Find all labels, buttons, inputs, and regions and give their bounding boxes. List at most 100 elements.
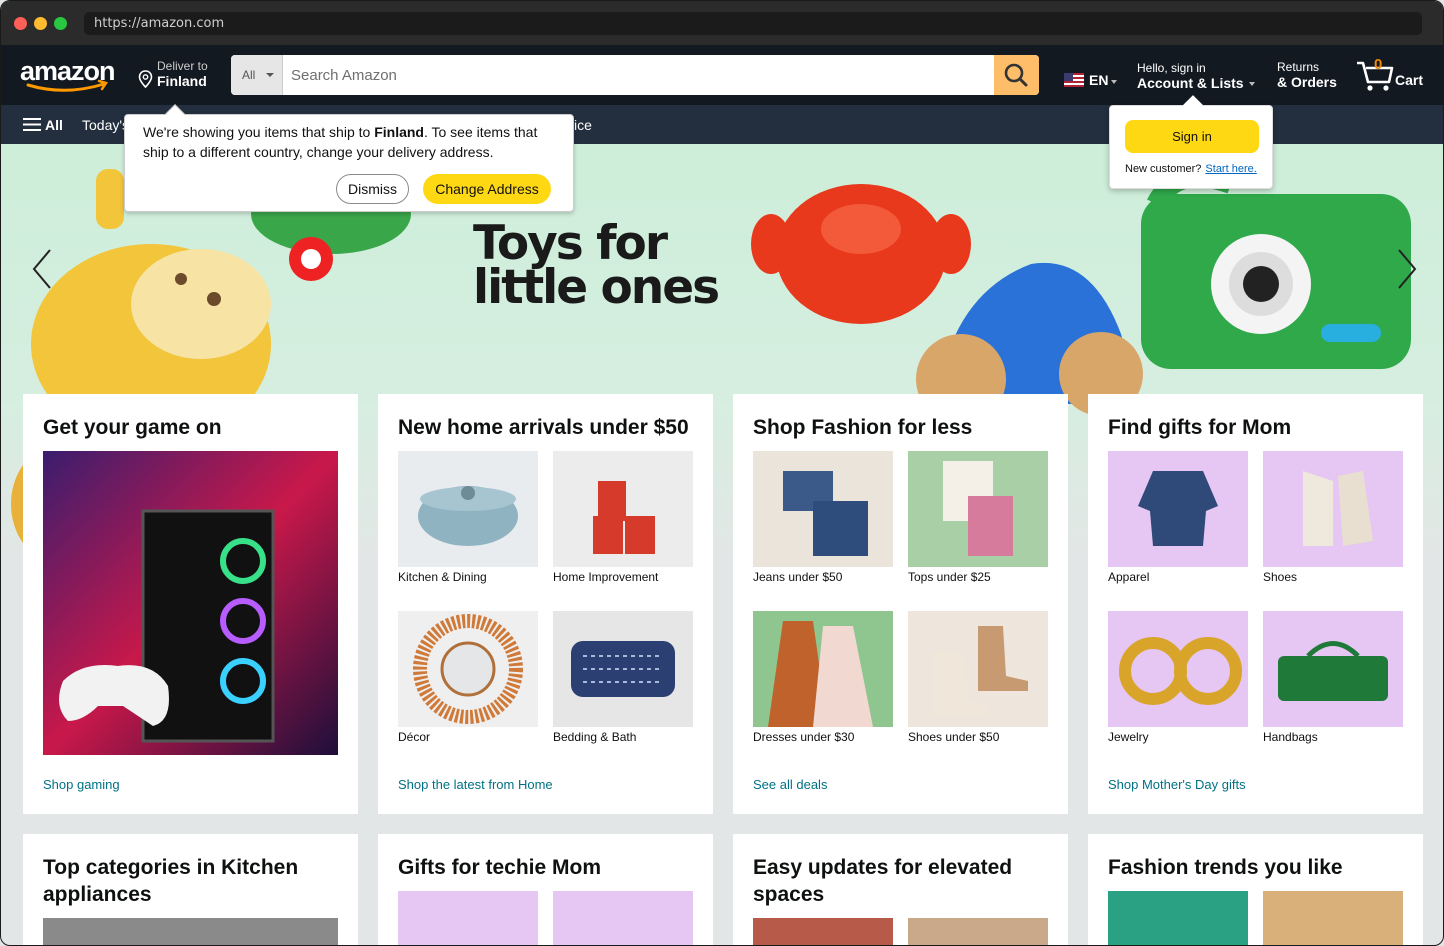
card-title: Top categories in Kitchen appliances: [43, 856, 299, 906]
shop-home-link[interactable]: Shop the latest from Home: [398, 777, 553, 792]
quad-caption: Home Improvement: [553, 570, 659, 584]
space-image-2[interactable]: [908, 918, 1048, 945]
dresses-image: [753, 611, 893, 727]
carousel-prev-icon[interactable]: [28, 244, 58, 294]
gaming-pc-image[interactable]: [43, 451, 338, 755]
dismiss-button[interactable]: Dismiss: [336, 174, 409, 204]
quad-item[interactable]: Apparel: [1108, 451, 1248, 584]
card-title: Find gifts for Mom: [1108, 416, 1292, 439]
minimize-window-icon[interactable]: [34, 17, 47, 30]
quad-item[interactable]: Dresses under $30: [753, 611, 893, 744]
caret-down-icon: [1111, 80, 1117, 84]
todays-deals-link[interactable]: Today's: [82, 117, 129, 133]
returns-label: Returns: [1277, 60, 1320, 74]
browser-chrome: https://amazon.com: [1, 1, 1443, 45]
browser-window: https://amazon.com amazon Deliver to Fin…: [0, 0, 1444, 946]
apparel-image: [1108, 451, 1248, 567]
sneakers-illustration: [1263, 451, 1403, 567]
shop-mothers-day-link[interactable]: Shop Mother's Day gifts: [1108, 777, 1246, 792]
hero-headline[interactable]: Toys for little ones: [473, 220, 720, 311]
card-fashion: Shop Fashion for less Jeans under $50 To…: [733, 394, 1068, 814]
kitchen-appliance-image[interactable]: [43, 918, 338, 945]
paint-cans-illustration: [553, 451, 693, 567]
handbag-image: [1263, 611, 1403, 727]
camera-device-image[interactable]: [553, 891, 693, 945]
quad-caption: Bedding & Bath: [553, 730, 637, 744]
carousel-next-icon[interactable]: [1391, 244, 1421, 294]
signin-flyout: Sign in New customer? Start here.: [1109, 95, 1273, 189]
card-title: Get your game on: [43, 416, 222, 439]
pillow-illustration: [553, 611, 693, 727]
quad-item[interactable]: Jewelry: [1108, 611, 1248, 744]
shirt-illustration: [1108, 451, 1248, 567]
cart-label: Cart: [1395, 72, 1424, 88]
quad-item[interactable]: Jeans under $50: [753, 451, 893, 584]
dutch-oven-image: [398, 451, 538, 567]
quad-item[interactable]: Tops under $25: [908, 451, 1048, 584]
deliver-country: Finland: [157, 73, 207, 89]
quad-item[interactable]: Décor: [398, 611, 538, 744]
close-window-icon[interactable]: [14, 17, 27, 30]
quad-caption: Shoes under $50: [908, 730, 1000, 744]
quad-caption: Jewelry: [1108, 730, 1149, 744]
search-icon: [1004, 63, 1028, 87]
quad-item[interactable]: Handbags: [1263, 611, 1403, 744]
amazon-logo[interactable]: amazon: [20, 58, 120, 94]
dutch-oven-illustration: [398, 451, 538, 567]
card-home-arrivals: New home arrivals under $50 Kitchen & Di…: [378, 394, 713, 814]
card-fashion-trends: Fashion trends you like: [1088, 834, 1423, 945]
earrings-illustration: [1108, 611, 1248, 727]
jeans-illustration: [753, 451, 893, 567]
card-gaming: Get your game on Shop gaming: [23, 394, 358, 814]
cart-button[interactable]: 0 Cart: [1355, 56, 1425, 94]
start-here-link[interactable]: Start here.: [1205, 163, 1256, 175]
account-greeting: Hello, sign in: [1137, 61, 1206, 75]
card-kitchen-appliances: Top categories in Kitchen appliances: [23, 834, 358, 945]
all-menu-label: All: [45, 117, 63, 133]
orders-label: & Orders: [1277, 74, 1337, 90]
space-image-1[interactable]: [753, 918, 893, 945]
url-bar[interactable]: https://amazon.com: [84, 12, 1422, 35]
maximize-window-icon[interactable]: [54, 17, 67, 30]
new-customer-text: New customer? Start here.: [1125, 163, 1257, 175]
quad-item[interactable]: Shoes under $50: [908, 611, 1048, 744]
mirror-illustration: [398, 611, 538, 727]
search-category-label: All: [242, 68, 256, 82]
new-customer-label: New customer?: [1125, 163, 1202, 175]
quad-caption: Kitchen & Dining: [398, 570, 487, 584]
boots-illustration: [908, 611, 1048, 727]
jewelry-image: [1108, 611, 1248, 727]
see-all-deals-link[interactable]: See all deals: [753, 777, 827, 792]
quad-item[interactable]: Kitchen & Dining: [398, 451, 538, 584]
card-title: Fashion trends you like: [1108, 856, 1343, 879]
shoes-image: [908, 611, 1048, 727]
delivery-message: We're showing you items that ship to Fin…: [143, 122, 553, 162]
headphones-image[interactable]: [398, 891, 538, 945]
account-label: Account & Lists: [1137, 75, 1244, 91]
trend-image-2[interactable]: [1263, 891, 1403, 945]
quad-item[interactable]: Shoes: [1263, 451, 1403, 584]
quad-caption: Décor: [398, 730, 431, 744]
shop-gaming-link[interactable]: Shop gaming: [43, 777, 120, 792]
tops-illustration: [908, 451, 1048, 567]
trend-image-1[interactable]: [1108, 891, 1248, 945]
quad-caption: Apparel: [1108, 570, 1150, 584]
search-button[interactable]: [994, 55, 1039, 95]
jeans-image: [753, 451, 893, 567]
amazon-header: amazon Deliver to Finland All Search Ama…: [1, 45, 1443, 105]
search-input[interactable]: [283, 55, 994, 95]
search-category-select[interactable]: All: [231, 55, 283, 95]
card-title: Shop Fashion for less: [753, 416, 973, 439]
caret-down-icon: [1248, 82, 1255, 87]
returns-orders[interactable]: Returns & Orders: [1277, 60, 1337, 90]
hero-line-2: little ones: [473, 260, 720, 315]
caret-down-icon: [266, 73, 274, 77]
location-pin-icon: [138, 70, 153, 88]
dresses-illustration: [753, 611, 893, 727]
quad-item[interactable]: Bedding & Bath: [553, 611, 693, 744]
account-lists[interactable]: Hello, sign in Account & Lists: [1137, 61, 1255, 91]
language-code: EN: [1089, 72, 1109, 88]
change-address-button[interactable]: Change Address: [423, 174, 551, 204]
signin-button[interactable]: Sign in: [1125, 120, 1259, 153]
quad-item[interactable]: Home Improvement: [553, 451, 693, 584]
